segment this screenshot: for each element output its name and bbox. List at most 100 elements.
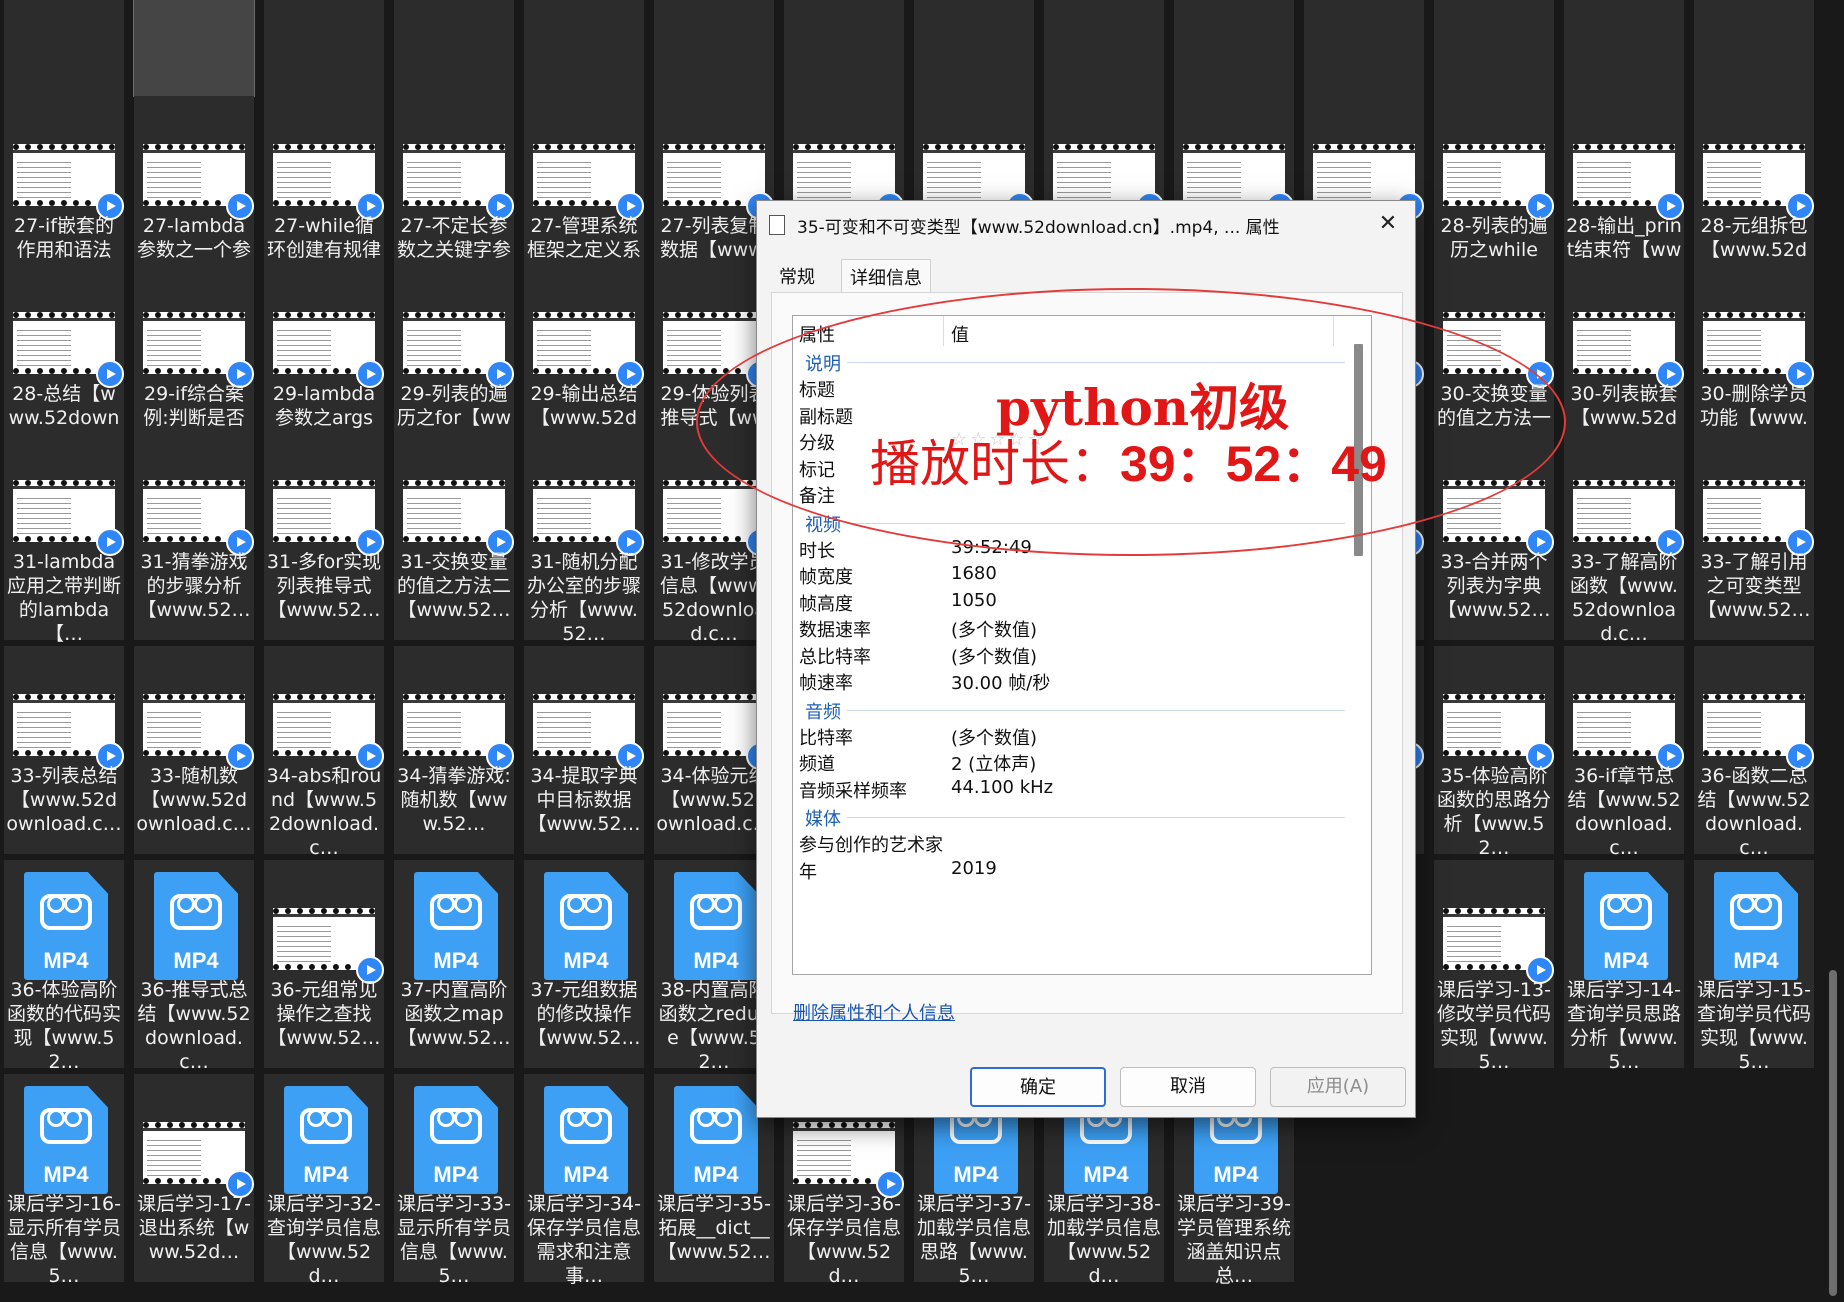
file-tile[interactable]: 31-lambda应用之带判断的lambda【… xyxy=(4,432,124,645)
cancel-button[interactable]: 取消 xyxy=(1120,1067,1256,1107)
annotation-duration-label: 播放时长： xyxy=(870,435,1120,493)
property-row[interactable]: 比特率 (多个数值) xyxy=(799,720,1359,750)
file-tile[interactable]: 35-体验高阶函数的思路分析【www.52… xyxy=(1434,646,1554,859)
file-tile[interactable]: MP4 课后学习-32-查询学员信息【www.52d… xyxy=(264,1074,384,1287)
file-tile[interactable]: MP4 37-内置高阶函数之map【www.52… xyxy=(394,860,514,1068)
file-tile[interactable]: 31-猜拳游戏的步骤分析【www.52… xyxy=(134,432,254,640)
video-thumbnail xyxy=(663,312,774,388)
video-thumbnail xyxy=(1053,144,1164,220)
video-thumbnail xyxy=(273,312,384,388)
file-tile[interactable]: MP4 37-元组数据的修改操作【www.52… xyxy=(524,860,644,1068)
file-extension-label: MP4 xyxy=(303,1162,349,1187)
property-row[interactable]: 年 2019 xyxy=(799,854,1359,884)
file-tile[interactable]: 34-提取字典中目标数据【www.52… xyxy=(524,646,644,854)
file-extension-label: MP4 xyxy=(1213,1162,1259,1187)
video-thumbnail xyxy=(533,312,644,388)
file-tile[interactable]: 26-管理系统框架之程序入口函数【www.5… xyxy=(914,0,1034,96)
video-thumbnail xyxy=(13,694,124,770)
file-tile[interactable]: 31-随机分配办公室的步骤分析【www.52… xyxy=(524,432,644,645)
file-tile[interactable]: 33-列表总结【www.52download.c… xyxy=(4,646,124,854)
file-tile[interactable]: MP4 36-推导式总结【www.52download.c… xyxy=(134,860,254,1073)
video-thumbnail xyxy=(143,1122,254,1198)
file-name: 课后学习-34-保存学员信息需求和注意事… xyxy=(526,1193,641,1287)
mp4-file-icon: MP4 xyxy=(414,1086,498,1194)
property-row[interactable]: 总比特率 (多个数值) xyxy=(799,639,1359,669)
video-thumbnail xyxy=(1443,144,1554,220)
file-tile[interactable]: 33-合并两个列表为字典【www.52… xyxy=(1434,432,1554,640)
file-tile[interactable]: MP4 36-体验高阶函数的代码实现【www.52… xyxy=(4,860,124,1073)
file-tile[interactable]: 36-if章节总结【www.52download.c… xyxy=(1564,646,1684,859)
file-tile[interactable]: MP4 课后学习-15-查询学员代码实现【www.5… xyxy=(1694,860,1814,1073)
file-tile[interactable]: 27-for...else之break和continue【www.52d… xyxy=(1694,0,1814,96)
file-tile[interactable]: 26-异常总结【www.52download.c… xyxy=(1564,0,1684,96)
video-thumbnail xyxy=(143,694,254,770)
property-value: 30.00 帧/秒 xyxy=(951,673,1051,694)
tab-details[interactable]: 详细信息 xyxy=(841,259,931,293)
file-name: 33-了解高阶函数【www.52download.c… xyxy=(1570,551,1678,645)
file-tile[interactable]: MP4 课后学习-14-查询学员思路分析【www.5… xyxy=(1564,860,1684,1073)
file-tile[interactable]: 25-容器类型转换【www.52download.c… xyxy=(133,0,255,97)
video-thumbnail xyxy=(793,1122,904,1198)
ok-button[interactable]: 确定 xyxy=(970,1067,1106,1107)
property-row[interactable]: 频道 2 (立体声) xyxy=(799,746,1359,776)
file-name: 课后学习-39-学员管理系统涵盖知识点总… xyxy=(1176,1193,1291,1287)
file-tile[interactable]: 26-for...else【www.52download.cn… xyxy=(524,0,644,96)
property-name: 帧速率 xyxy=(799,673,853,694)
file-tile[interactable]: 课后学习-17-退出系统【www.52d… xyxy=(134,1074,254,1282)
file-extension-label: MP4 xyxy=(433,1162,479,1187)
property-row[interactable]: 帧速率 30.00 帧/秒 xyxy=(799,665,1359,695)
property-name: 音频采样频率 xyxy=(799,780,907,802)
close-icon[interactable]: ✕ xyxy=(1373,209,1403,239)
video-thumbnail xyxy=(1183,144,1294,220)
file-tile[interactable]: 26-lambda参数之无参数【www.52d… xyxy=(654,0,774,96)
file-tile[interactable]: 25-自定义异常代码实现之捕获异常【www… xyxy=(394,0,514,96)
property-row[interactable]: 参与创作的艺术家 xyxy=(799,827,1359,857)
file-tile[interactable]: 26-不定长参数之位置参数【www.52… xyxy=(784,0,904,96)
file-tile[interactable]: 34-猜拳游戏:随机数【www.52… xyxy=(394,646,514,854)
file-extension-label: MP4 xyxy=(1603,948,1649,973)
file-tile[interactable]: 31-交换变量的值之方法二【www.52… xyxy=(394,432,514,640)
file-name: 课后学习-16-显示所有学员信息【www.5… xyxy=(6,1193,121,1287)
file-tile[interactable]: 26-列表修改数据【www.52download.c… xyxy=(1174,0,1294,96)
file-tile[interactable]: 26-了解推导式【www.52download.c… xyxy=(1044,0,1164,96)
property-row[interactable]: 音频采样频率 44.100 kHz xyxy=(799,773,1359,803)
column-header-property[interactable]: 属性 xyxy=(799,321,835,347)
property-row[interactable]: 时长 39:52:49 xyxy=(799,533,1359,563)
file-tile[interactable]: 课后学习-13-修改学员代码实现【www.5… xyxy=(1434,860,1554,1073)
property-row[interactable]: 帧宽度 1680 xyxy=(799,559,1359,589)
file-tile[interactable]: 36-函数二总结【www.52download.c… xyxy=(1694,646,1814,859)
video-thumbnail xyxy=(663,144,774,220)
file-tile[interactable]: 25-缺省参数【www.52download.c… xyxy=(4,0,124,96)
file-tile[interactable]: 31-多for实现列表推导式【www.52… xyxy=(264,432,384,640)
file-name: 33-列表总结【www.52download.c… xyxy=(6,765,122,835)
property-row[interactable]: 数据速率 (多个数值) xyxy=(799,612,1359,642)
window-scrollbar[interactable] xyxy=(1829,970,1837,1296)
video-thumbnail xyxy=(13,312,124,388)
file-tile[interactable]: MP4 课后学习-33-显示所有学员信息【www.5… xyxy=(394,1074,514,1287)
file-tile[interactable]: 33-随机数【www.52download.c… xyxy=(134,646,254,854)
file-name: 36-if章节总结【www.52download.c… xyxy=(1567,765,1681,859)
file-name: 课后学习-15-查询学员代码实现【www.5… xyxy=(1696,979,1811,1073)
property-row[interactable]: 帧高度 1050 xyxy=(799,586,1359,616)
file-tile[interactable]: 26-拓展:条件写法【www.52download.c… xyxy=(1434,0,1554,96)
video-thumbnail xyxy=(663,694,774,770)
remove-properties-link[interactable]: 删除属性和个人信息 xyxy=(793,999,955,1025)
file-name: 36-推导式总结【www.52download.c… xyxy=(137,979,251,1073)
video-thumbnail xyxy=(1443,694,1554,770)
file-tile[interactable]: 33-了解引用之可变类型【www.52… xyxy=(1694,432,1814,640)
mp4-file-icon: MP4 xyxy=(24,872,108,980)
apply-button[interactable]: 应用(A) xyxy=(1270,1067,1406,1107)
file-tile[interactable]: 25-输出_拓展格式化字符串【www.52d… xyxy=(264,0,384,96)
video-thumbnail xyxy=(1703,694,1814,770)
video-thumbnail xyxy=(273,908,384,984)
tab-general[interactable]: 常规 xyxy=(771,259,823,293)
mp4-file-icon: MP4 xyxy=(544,872,628,980)
file-tile[interactable]: MP4 课后学习-16-显示所有学员信息【www.5… xyxy=(4,1074,124,1287)
file-tile[interactable]: 33-了解高阶函数【www.52download.c… xyxy=(1564,432,1684,645)
column-header-value[interactable]: 值 xyxy=(951,321,969,347)
file-tile[interactable]: 34-abs和round【www.52download.c… xyxy=(264,646,384,859)
file-tile[interactable]: 36-元组常见操作之查找【www.52… xyxy=(264,860,384,1068)
property-name: 年 xyxy=(799,861,817,883)
file-tile[interactable]: 26-输出_f-格式化字符串【www.52… xyxy=(1304,0,1424,96)
file-tile[interactable]: MP4 课后学习-34-保存学员信息需求和注意事… xyxy=(524,1074,644,1287)
